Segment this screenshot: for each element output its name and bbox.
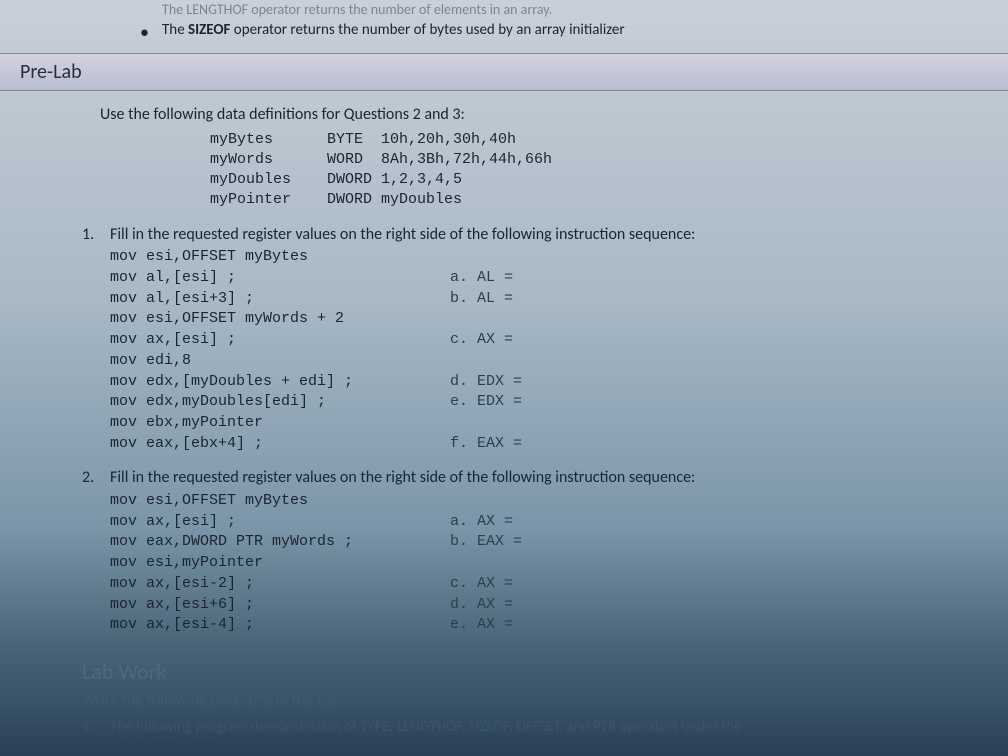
def-line: myPointer DWORD myDoubles <box>210 191 462 208</box>
code-instr: mov al,[esi] ; <box>110 268 450 289</box>
code-answer: c. AX = <box>450 574 513 595</box>
data-definitions: myBytes BYTE 10h,20h,30h,40h myWords WOR… <box>0 130 1008 211</box>
item-number: 1. <box>82 718 94 737</box>
labwork-item-1: 1. The following program demonstration o… <box>0 714 1008 752</box>
question-2: 2. Fill in the requested register values… <box>0 454 1008 636</box>
def-line: myDoubles DWORD 1,2,3,4,5 <box>210 171 462 188</box>
item-text: The following program demonstration of T… <box>110 718 948 736</box>
labwork-instruction: Write the following programs in the lab: <box>0 691 1008 714</box>
cutoff-bullet: The LENGTHOF operator returns the number… <box>140 0 948 20</box>
code-instr: mov al,[esi+3] ; <box>110 289 450 310</box>
code-instr: mov eax,DWORD PTR myWords ; <box>110 532 450 553</box>
prelab-header: Pre-Lab <box>0 53 1008 91</box>
code-instr: mov edx,[myDoubles + edi] ; <box>110 372 450 393</box>
code-block-2: mov esi,OFFSET myBytes mov ax,[esi] ;a. … <box>110 491 948 636</box>
code-instr: mov esi,OFFSET myBytes <box>110 491 450 512</box>
bullet-text-prefix: The <box>162 21 188 39</box>
code-instr: mov ebx,myPointer <box>110 413 450 434</box>
code-answer: b. EAX = <box>450 532 522 553</box>
question-number: 1. <box>82 225 94 244</box>
bullet-text-bold: SIZEOF <box>188 21 230 39</box>
code-instr: mov ax,[esi-2] ; <box>110 574 450 595</box>
code-block-1: mov esi,OFFSET myBytes mov al,[esi] ;a. … <box>110 247 948 454</box>
question-1: 1. Fill in the requested register values… <box>0 211 1008 455</box>
code-answer: e. EDX = <box>450 392 522 413</box>
code-answer: a. AX = <box>450 512 513 533</box>
code-instr: mov esi,OFFSET myBytes <box>110 247 450 268</box>
def-line: myWords WORD 8Ah,3Bh,72h,44h,66h <box>210 151 552 168</box>
def-line: myBytes BYTE 10h,20h,30h,40h <box>210 131 516 148</box>
code-answer: b. AL = <box>450 289 513 310</box>
question-number: 2. <box>82 468 94 487</box>
code-answer: a. AL = <box>450 268 513 289</box>
question-text: Fill in the requested register values on… <box>110 468 948 491</box>
code-answer: d. EDX = <box>450 372 522 393</box>
code-answer: e. AX = <box>450 615 513 636</box>
bullet-text-suffix: operator returns the number of bytes use… <box>230 21 624 39</box>
code-answer: f. EAX = <box>450 434 522 455</box>
code-answer: c. AX = <box>450 330 513 351</box>
code-instr: mov ax,[esi] ; <box>110 330 450 351</box>
code-instr: mov esi,OFFSET myWords + 2 <box>110 309 450 330</box>
question-text: Fill in the requested register values on… <box>110 225 948 248</box>
labwork-header: Lab Work <box>0 636 1008 691</box>
code-instr: mov ax,[esi] ; <box>110 512 450 533</box>
code-instr: mov edi,8 <box>110 351 450 372</box>
code-instr: mov eax,[ebx+4] ; <box>110 434 450 455</box>
code-instr: mov edx,myDoubles[edi] ; <box>110 392 450 413</box>
code-answer: d. AX = <box>450 595 513 616</box>
code-instr: mov ax,[esi-4] ; <box>110 615 450 636</box>
code-instr: mov esi,myPointer <box>110 553 450 574</box>
item-cutoff: DATA section <box>110 736 948 752</box>
document-page: The LENGTHOF operator returns the number… <box>0 0 1008 756</box>
code-instr: mov ax,[esi+6] ; <box>110 595 450 616</box>
intro-text: Use the following data definitions for Q… <box>0 105 1008 130</box>
top-bullets: The LENGTHOF operator returns the number… <box>0 0 1008 49</box>
sizeof-bullet: The SIZEOF operator returns the number o… <box>140 20 948 41</box>
